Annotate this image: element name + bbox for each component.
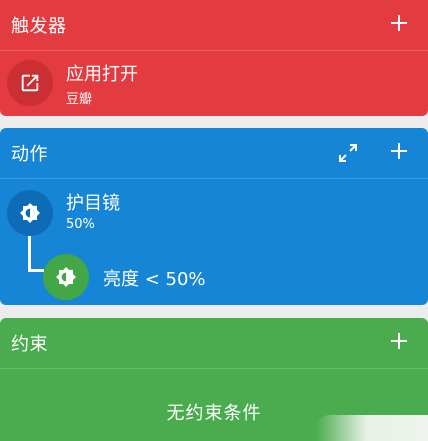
trigger-item-sublabel: 豆瓣: [66, 92, 93, 107]
divider: [0, 178, 428, 179]
constraint-header: 约束: [0, 318, 428, 368]
trigger-card: 触发器 应用打开 豆瓣: [0, 0, 428, 116]
constraint-card: 约束 无约束条件: [0, 318, 428, 441]
divider: [0, 50, 428, 51]
action-item-sublabel: 50%: [66, 217, 95, 232]
action-card: 动作 护目镜 50% 亮度 < 50%: [0, 128, 428, 305]
add-constraint-icon[interactable]: [384, 326, 414, 356]
action-item-eye-protection[interactable]: 护目镜 50%: [0, 180, 428, 240]
bottom-sheet-edge: [316, 415, 428, 441]
divider: [0, 368, 428, 369]
trigger-title: 触发器: [11, 16, 67, 37]
action-item-label: 亮度 < 50%: [103, 269, 206, 290]
add-action-icon[interactable]: [384, 136, 414, 166]
brightness-icon: [7, 190, 53, 236]
trigger-item-label: 应用打开: [66, 64, 138, 85]
open-external-icon: [7, 60, 53, 106]
action-item-brightness[interactable]: 亮度 < 50%: [40, 252, 420, 302]
add-trigger-icon[interactable]: [384, 8, 414, 38]
action-header: 动作: [0, 128, 428, 178]
tree-connector: [28, 236, 31, 272]
action-item-label: 护目镜: [66, 193, 120, 214]
trigger-item[interactable]: 应用打开 豆瓣: [0, 52, 428, 114]
constraint-title: 约束: [11, 334, 48, 355]
trigger-header: 触发器: [0, 0, 428, 50]
action-title: 动作: [11, 144, 48, 165]
expand-icon[interactable]: [336, 141, 360, 165]
brightness-icon: [43, 254, 89, 300]
